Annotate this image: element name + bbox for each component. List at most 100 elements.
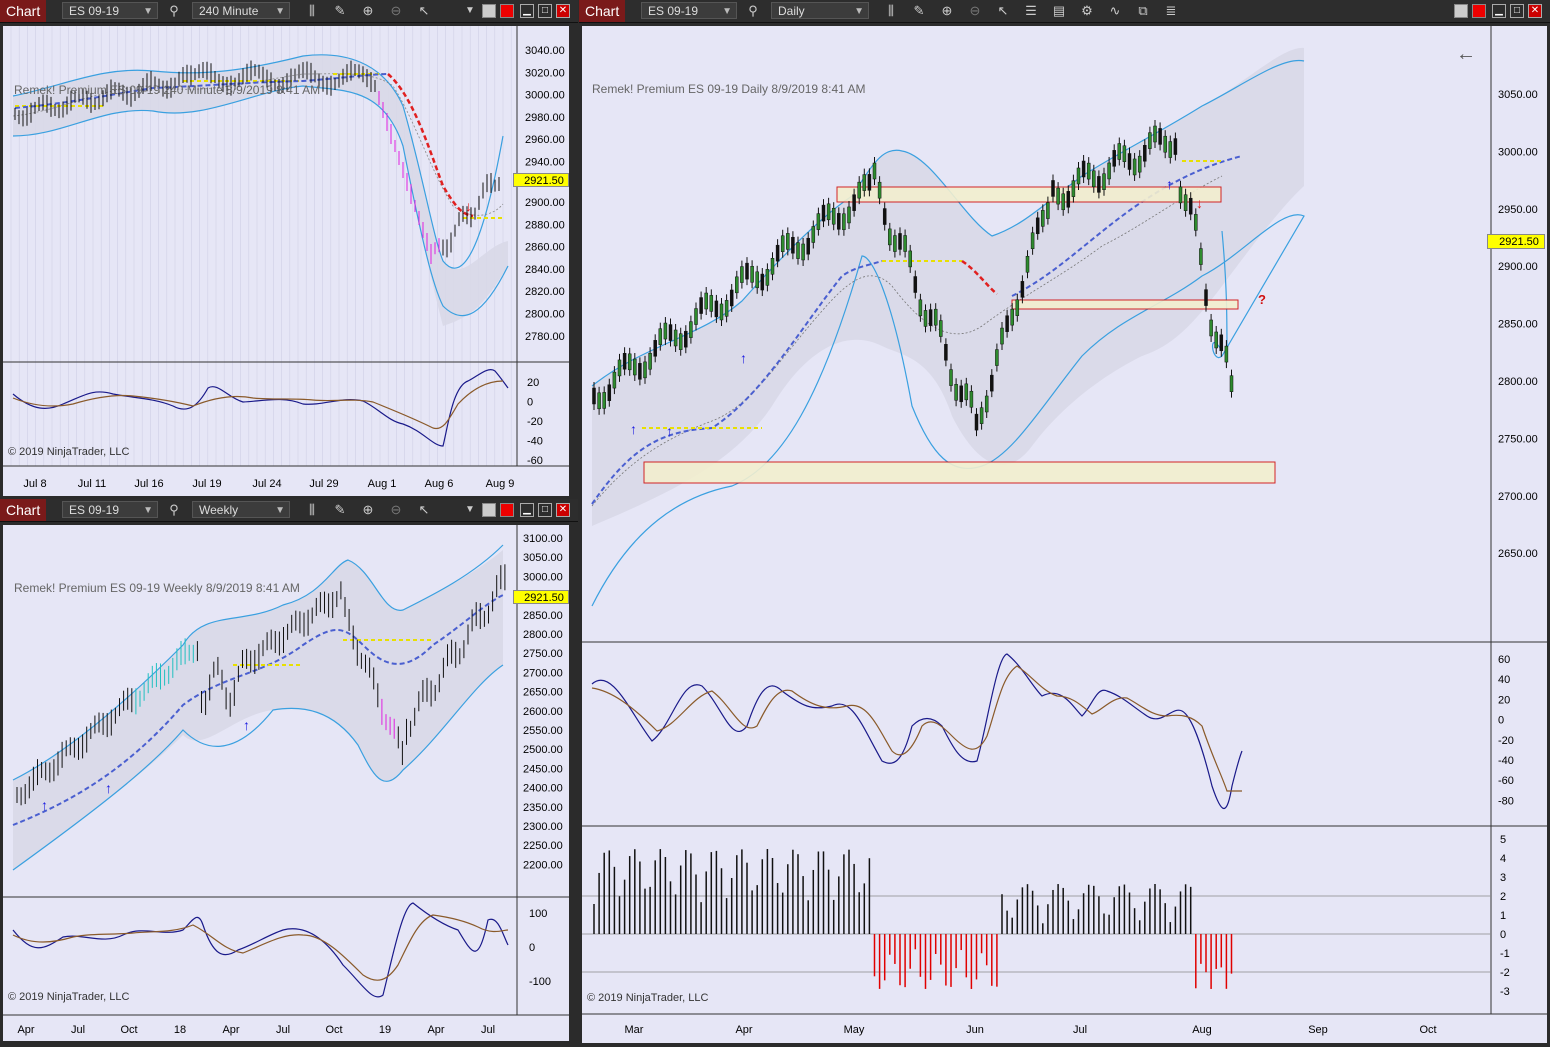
window-grey-button[interactable] xyxy=(482,503,496,517)
chart-daily-svg: ↑ ↑ ↑ ↑ ↓ ? ← 3050.00 3000.00 2950.00 2900.… xyxy=(582,26,1547,1036)
candle-body xyxy=(760,273,765,291)
chart-tab[interactable]: Chart xyxy=(579,0,626,22)
minimize-button[interactable]: ▁ xyxy=(520,4,534,18)
candle-body xyxy=(1102,173,1106,190)
pointer-icon[interactable]: ↖ xyxy=(416,502,432,518)
osc-tick-label: 0 xyxy=(1498,715,1504,727)
hist-tick-label: 4 xyxy=(1500,853,1506,865)
drawing-tool-icon[interactable]: ✎ xyxy=(911,3,927,19)
zoom-in-icon[interactable]: ⊕ xyxy=(360,502,376,518)
price-tick-label: 2840.00 xyxy=(525,264,565,276)
price-tick-label: 3100.00 xyxy=(523,533,563,545)
data-box-icon[interactable]: ▤ xyxy=(1051,3,1067,19)
pointer-icon[interactable]: ↖ xyxy=(416,3,432,19)
time-tick-label: May xyxy=(844,1024,865,1036)
window-grey-button[interactable] xyxy=(1454,4,1468,18)
zoom-out-icon[interactable]: ⊖ xyxy=(967,3,983,19)
dropdown-icon[interactable]: ▼ xyxy=(462,3,478,19)
candle-body xyxy=(903,235,907,252)
chevron-down-icon: ▼ xyxy=(275,6,285,17)
close-button[interactable]: ✕ xyxy=(1528,4,1542,18)
window-link-button[interactable] xyxy=(500,4,514,18)
window-grey-button[interactable] xyxy=(482,4,496,18)
price-tick-label: 3000.00 xyxy=(523,571,563,583)
zoom-in-icon[interactable]: ⊕ xyxy=(939,3,955,19)
period-selector[interactable]: Daily ▼ xyxy=(771,2,869,19)
list-icon[interactable]: ≣ xyxy=(1163,3,1179,19)
time-tick-label: Oct xyxy=(120,1024,137,1036)
minimize-button[interactable]: ▁ xyxy=(1492,4,1506,18)
back-arrow-icon[interactable]: ← xyxy=(1456,43,1476,65)
chevron-down-icon: ▼ xyxy=(722,6,732,17)
svg-text:↓: ↓ xyxy=(465,198,472,214)
resistance-zone[interactable] xyxy=(836,186,1222,203)
minimize-button[interactable]: ▁ xyxy=(520,503,534,517)
instrument-selector[interactable]: ES 09-19 ▼ xyxy=(641,2,737,19)
support-zone[interactable] xyxy=(1011,299,1239,310)
price-panel[interactable]: ↓ 3040.00 3020.00 3000.00 2980.00 2960.00 294… xyxy=(3,26,569,496)
properties-icon[interactable]: ☰ xyxy=(1023,3,1039,19)
osc-tick-label: -20 xyxy=(1498,735,1514,747)
search-icon[interactable]: ⚲ xyxy=(745,3,761,19)
time-axis: Apr Jul Oct 18 Apr Jul Oct 19 Apr Jul xyxy=(17,1024,495,1036)
price-panel[interactable]: ↑ ↑ ↑ 3100.003050.003000.002950.002850.0… xyxy=(3,525,569,1041)
maximize-button[interactable]: □ xyxy=(538,4,552,18)
candle-body xyxy=(979,407,984,424)
window-link-button[interactable] xyxy=(500,503,514,517)
close-button[interactable]: ✕ xyxy=(556,4,570,18)
candle-body xyxy=(765,269,770,286)
candle-body xyxy=(699,297,703,314)
period-selector[interactable]: Weekly ▼ xyxy=(192,501,290,518)
price-tick-label: 2800.00 xyxy=(525,309,565,321)
strategies-icon[interactable]: ⚙ xyxy=(1079,3,1095,19)
indicators-icon[interactable]: ∿ xyxy=(1107,3,1123,19)
dropdown-icon[interactable]: ▼ xyxy=(462,502,478,518)
candle-body xyxy=(1153,125,1157,143)
time-tick-label: Jul 16 xyxy=(134,478,163,490)
zoom-out-icon[interactable]: ⊖ xyxy=(388,502,404,518)
drawing-tool-icon[interactable]: ✎ xyxy=(332,3,348,19)
time-tick-label: Oct xyxy=(325,1024,342,1036)
svg-text:↑: ↑ xyxy=(41,797,48,813)
candle-body xyxy=(1229,375,1234,392)
candle-body xyxy=(1209,319,1213,337)
candle-body xyxy=(1148,132,1152,149)
hist-tick-label: 2 xyxy=(1500,891,1506,903)
bar-style-icon[interactable]: ⫼ xyxy=(304,502,320,518)
price-tick-label: 2350.00 xyxy=(523,802,563,814)
time-tick-label: Aug xyxy=(1192,1024,1212,1036)
price-panel[interactable]: ↑ ↑ ↑ ↑ ↓ ? ← 3050.00 3000.00 2950.00 2900.… xyxy=(582,26,1547,1043)
pointer-icon[interactable]: ↖ xyxy=(995,3,1011,19)
candle-body xyxy=(1127,153,1132,170)
close-button[interactable]: ✕ xyxy=(556,503,570,517)
search-icon[interactable]: ⚲ xyxy=(166,502,182,518)
instrument-selector[interactable]: ES 09-19 ▼ xyxy=(62,501,158,518)
bar-style-icon[interactable]: ⫼ xyxy=(883,3,899,19)
chart-tab[interactable]: Chart xyxy=(0,0,47,22)
templates-icon[interactable]: ⧉ xyxy=(1135,3,1151,19)
window-link-button[interactable] xyxy=(1472,4,1486,18)
price-tick-label: 2200.00 xyxy=(523,859,563,871)
osc-tick-label: 0 xyxy=(527,397,533,409)
maximize-button[interactable]: □ xyxy=(538,503,552,517)
instrument-selector[interactable]: ES 09-19 ▼ xyxy=(62,2,158,19)
demand-zone[interactable] xyxy=(643,461,1276,484)
candle-body xyxy=(1041,210,1045,227)
chart-toolbar: Chart ES 09-19 ▼ ⚲ Daily ▼ ⫼ ✎ ⊕ ⊖ ↖ ☰ ▤ ⚙… xyxy=(579,0,1550,23)
candle-body xyxy=(653,340,657,357)
search-icon[interactable]: ⚲ xyxy=(166,3,182,19)
zoom-out-icon[interactable]: ⊖ xyxy=(388,3,404,19)
hist-tick-label: 1 xyxy=(1500,910,1506,922)
hist-tick-label: 0 xyxy=(1500,929,1506,941)
candle-body xyxy=(633,358,637,376)
candle-body xyxy=(786,233,790,250)
period-selector[interactable]: 240 Minute ▼ xyxy=(192,2,290,19)
drawing-tool-icon[interactable]: ✎ xyxy=(332,502,348,518)
maximize-button[interactable]: □ xyxy=(1510,4,1524,18)
bar-style-icon[interactable]: ⫼ xyxy=(304,3,320,19)
candle-body xyxy=(974,413,979,431)
zoom-in-icon[interactable]: ⊕ xyxy=(360,3,376,19)
chart-tab[interactable]: Chart xyxy=(0,499,47,521)
time-tick-label: Jun xyxy=(966,1024,984,1036)
candle-body xyxy=(658,328,663,345)
